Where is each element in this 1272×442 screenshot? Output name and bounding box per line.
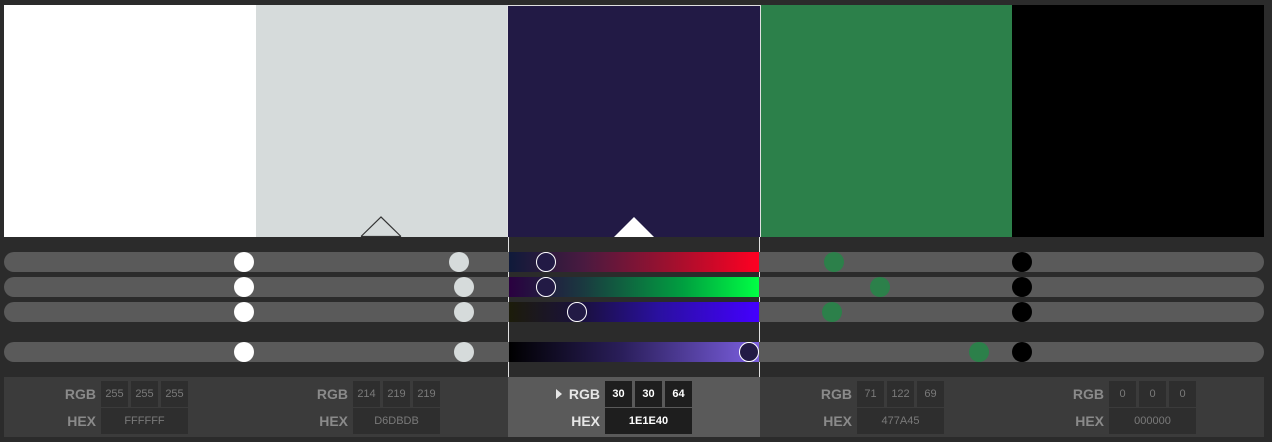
slider-knob-green-r[interactable] bbox=[824, 252, 844, 272]
swatch-row bbox=[4, 5, 1264, 237]
slider-knob-black-l[interactable] bbox=[1012, 342, 1032, 362]
rgb-label: RGB bbox=[64, 386, 96, 402]
hex-row: HEX 1E1E40 bbox=[508, 408, 760, 434]
color-values-dark-indigo: RGB 30 30 64 HEX 1E1E40 bbox=[508, 377, 760, 437]
slider-knob-green-g[interactable] bbox=[870, 277, 890, 297]
slider-knob-light-gray-g[interactable] bbox=[454, 277, 474, 297]
green-value-field[interactable]: 219 bbox=[383, 381, 410, 407]
rgb-row: RGB 71 122 69 bbox=[760, 381, 1012, 407]
luminance-gradient-segment bbox=[509, 342, 759, 362]
slider-knob-black-g[interactable] bbox=[1012, 277, 1032, 297]
swatch-dark-indigo[interactable] bbox=[507, 5, 761, 237]
hex-value-field[interactable]: FFFFFF bbox=[101, 408, 188, 434]
slider-knob-white-g[interactable] bbox=[234, 277, 254, 297]
red-slider-track[interactable] bbox=[4, 252, 1264, 272]
green-value-field[interactable]: 0 bbox=[1139, 381, 1166, 407]
slider-knob-dark-indigo-g[interactable] bbox=[536, 277, 556, 297]
rgb-label: RGB bbox=[820, 386, 852, 402]
color-values-black: RGB 0 0 0 HEX 000000 bbox=[1012, 377, 1264, 437]
expand-arrow-icon[interactable] bbox=[556, 389, 562, 399]
slider-knob-white-l[interactable] bbox=[234, 342, 254, 362]
slider-knob-black-b[interactable] bbox=[1012, 302, 1032, 322]
slider-knob-dark-indigo-l[interactable] bbox=[739, 342, 759, 362]
slider-knob-light-gray-r[interactable] bbox=[449, 252, 469, 272]
luminance-slider-track[interactable] bbox=[4, 342, 1264, 362]
green-value-field[interactable]: 30 bbox=[635, 381, 662, 407]
green-value-field[interactable]: 122 bbox=[887, 381, 914, 407]
rgb-row: RGB 30 30 64 bbox=[508, 381, 760, 407]
color-values-white: RGB 255 255 255 HEX FFFFFF bbox=[4, 377, 256, 437]
slider-knob-light-gray-b[interactable] bbox=[454, 302, 474, 322]
blue-value-field[interactable]: 64 bbox=[665, 381, 692, 407]
blue-value-field[interactable]: 69 bbox=[917, 381, 944, 407]
selected-caret-icon bbox=[613, 217, 654, 237]
hex-value-field[interactable]: 000000 bbox=[1109, 408, 1196, 434]
hex-label: HEX bbox=[823, 413, 852, 429]
swatch-black[interactable] bbox=[1012, 5, 1264, 237]
rgb-label: RGB bbox=[1072, 386, 1104, 402]
red-value-field[interactable]: 0 bbox=[1109, 381, 1136, 407]
slider-knob-white-r[interactable] bbox=[234, 252, 254, 272]
hex-value-field[interactable]: 477A45 bbox=[857, 408, 944, 434]
slider-knob-dark-indigo-r[interactable] bbox=[536, 252, 556, 272]
hex-label: HEX bbox=[67, 413, 96, 429]
swatch-green[interactable] bbox=[760, 5, 1013, 237]
color-values-green: RGB 71 122 69 HEX 477A45 bbox=[760, 377, 1012, 437]
hex-label: HEX bbox=[1075, 413, 1104, 429]
blue-value-field[interactable]: 255 bbox=[161, 381, 188, 407]
slider-knob-dark-indigo-b[interactable] bbox=[567, 302, 587, 322]
blue-slider-track[interactable] bbox=[4, 302, 1264, 322]
blue-value-field[interactable]: 0 bbox=[1169, 381, 1196, 407]
slider-knob-green-l[interactable] bbox=[969, 342, 989, 362]
green-slider-track[interactable] bbox=[4, 277, 1264, 297]
hex-row: HEX FFFFFF bbox=[4, 408, 256, 434]
hex-value-field[interactable]: 1E1E40 bbox=[605, 408, 692, 434]
slider-knob-black-r[interactable] bbox=[1012, 252, 1032, 272]
hex-row: HEX D6DBDB bbox=[256, 408, 508, 434]
rgb-label: RGB bbox=[568, 386, 600, 402]
slider-knob-white-b[interactable] bbox=[234, 302, 254, 322]
hex-label: HEX bbox=[319, 413, 348, 429]
hex-label: HEX bbox=[571, 413, 600, 429]
hex-row: HEX 000000 bbox=[1012, 408, 1264, 434]
slider-knob-green-b[interactable] bbox=[822, 302, 842, 322]
caret-outline-icon bbox=[360, 216, 402, 237]
red-value-field[interactable]: 255 bbox=[101, 381, 128, 407]
red-value-field[interactable]: 30 bbox=[605, 381, 632, 407]
rgb-row: RGB 255 255 255 bbox=[4, 381, 256, 407]
color-values-panel: RGB 255 255 255 HEX FFFFFF RGB 214 219 2… bbox=[4, 377, 1264, 437]
color-values-light-gray: RGB 214 219 219 HEX D6DBDB bbox=[256, 377, 508, 437]
swatch-white[interactable] bbox=[4, 5, 256, 237]
rgb-row: RGB 0 0 0 bbox=[1012, 381, 1264, 407]
slider-knob-light-gray-l[interactable] bbox=[454, 342, 474, 362]
green-value-field[interactable]: 255 bbox=[131, 381, 158, 407]
rgb-label: RGB bbox=[316, 386, 348, 402]
blue-value-field[interactable]: 219 bbox=[413, 381, 440, 407]
blue-gradient-segment bbox=[509, 302, 759, 322]
swatch-light-gray[interactable] bbox=[255, 5, 508, 237]
rgb-row: RGB 214 219 219 bbox=[256, 381, 508, 407]
hex-value-field[interactable]: D6DBDB bbox=[353, 408, 440, 434]
red-value-field[interactable]: 214 bbox=[353, 381, 380, 407]
hex-row: HEX 477A45 bbox=[760, 408, 1012, 434]
red-value-field[interactable]: 71 bbox=[857, 381, 884, 407]
